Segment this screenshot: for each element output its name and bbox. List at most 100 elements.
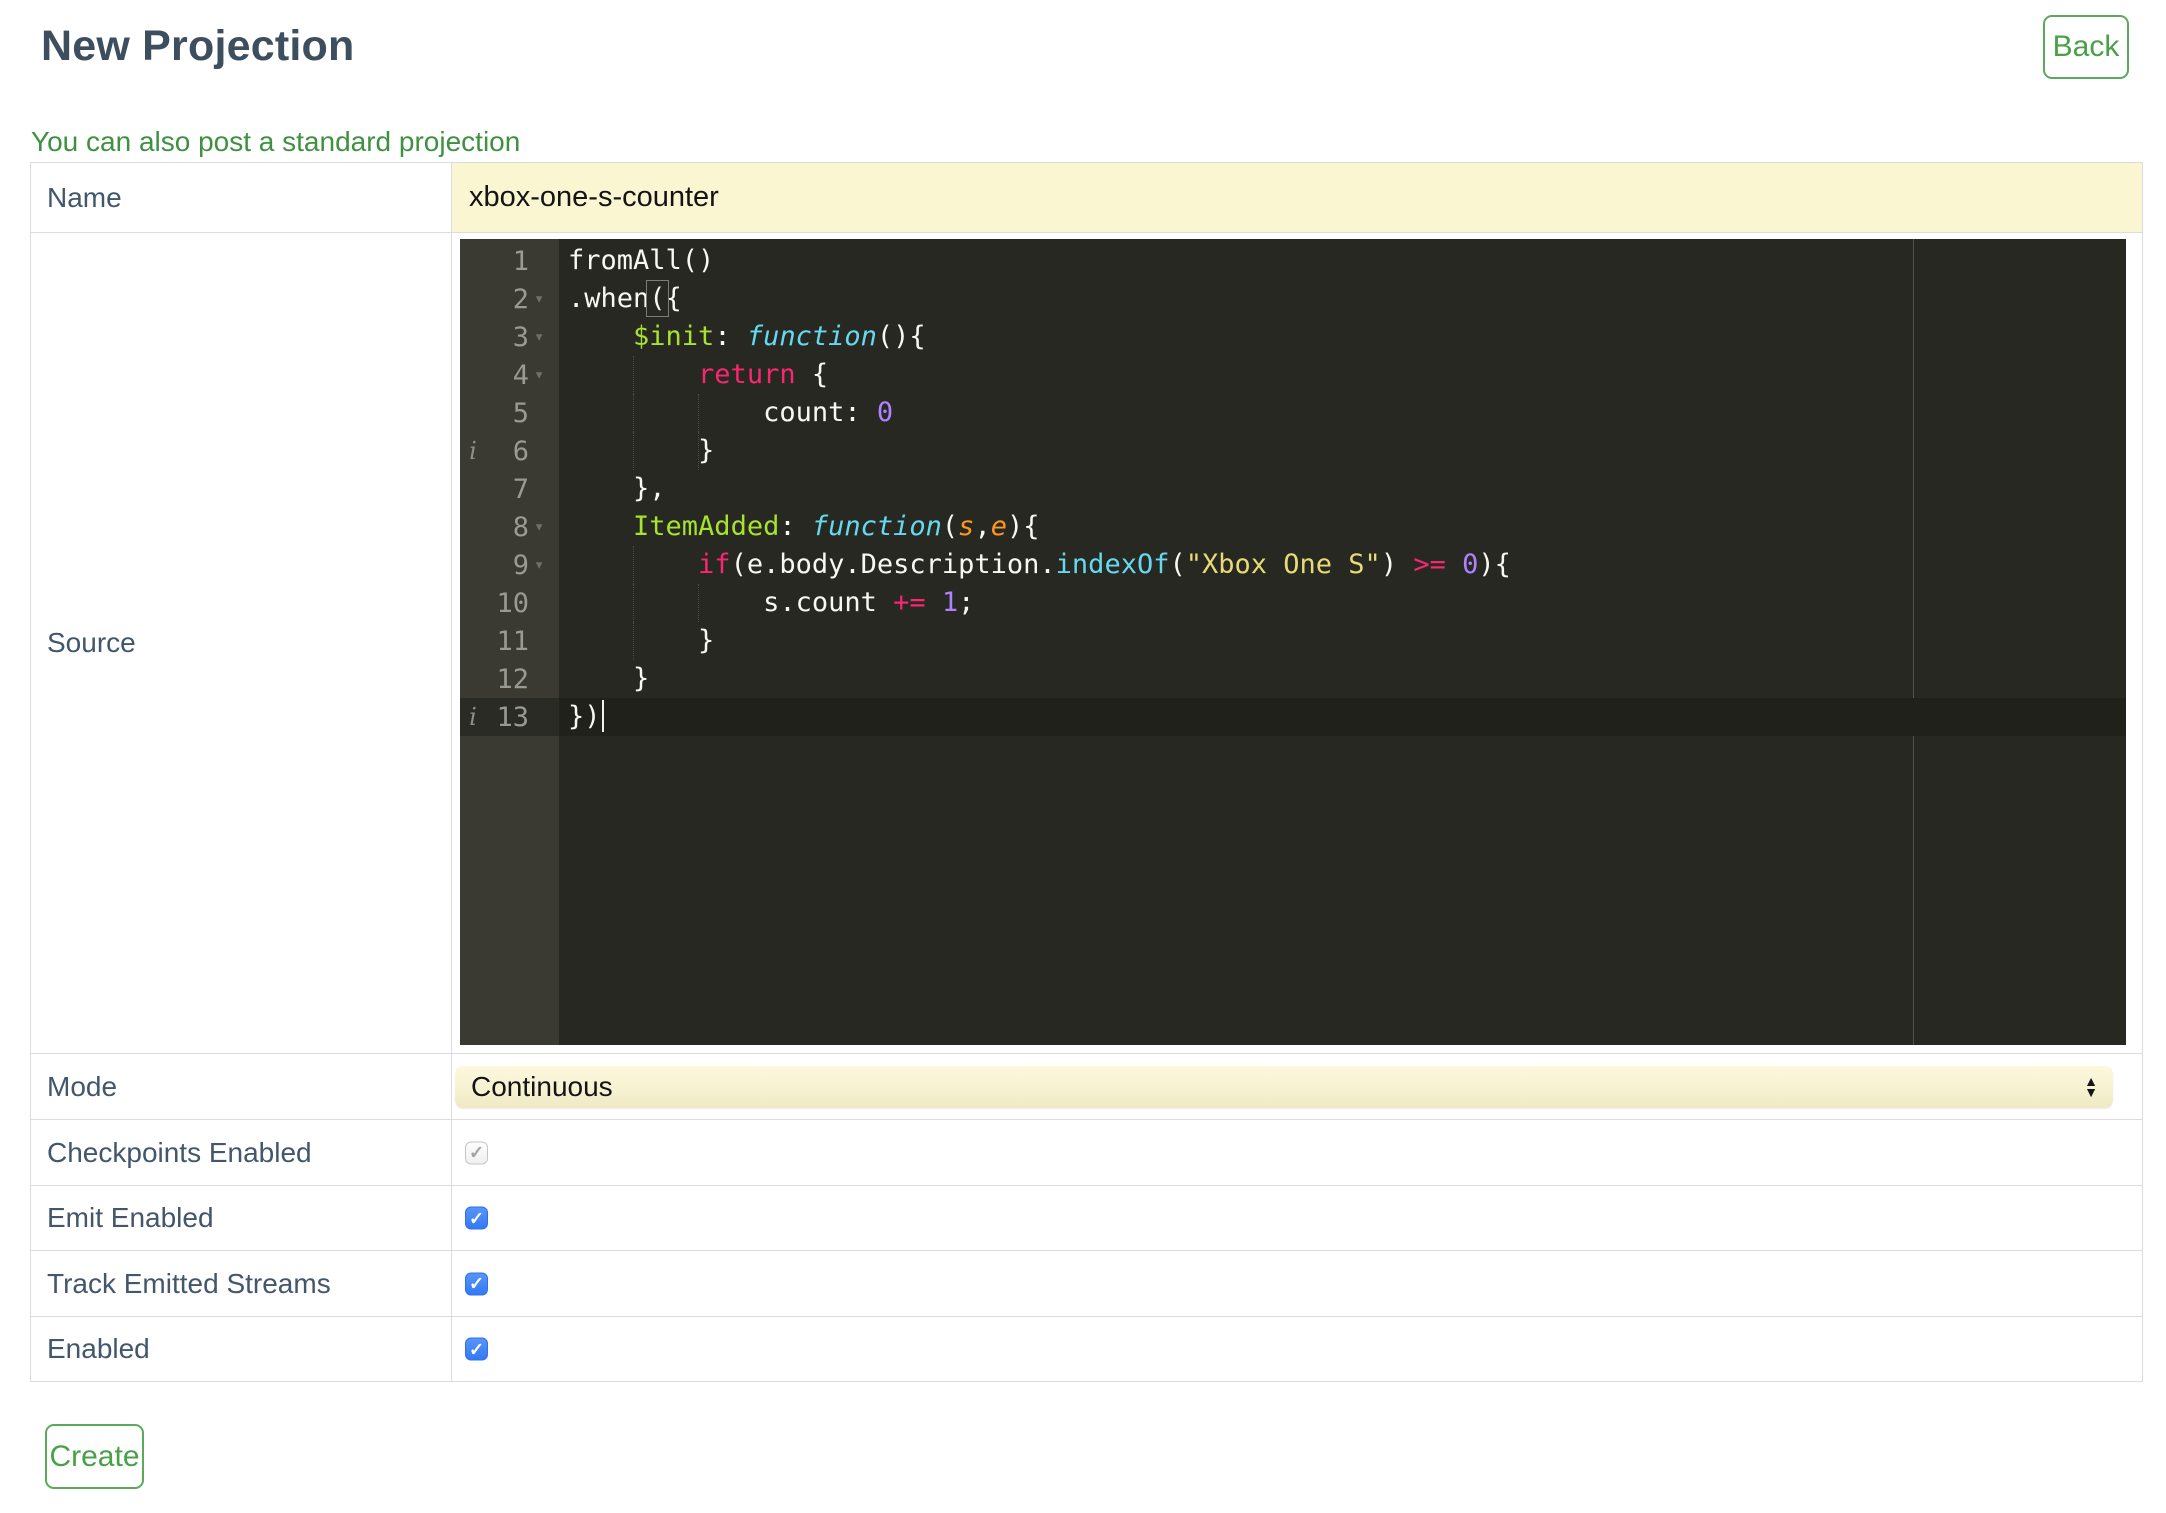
- page-title: New Projection: [41, 22, 355, 70]
- code-token: ){: [1006, 511, 1040, 542]
- code-token: (: [941, 511, 959, 542]
- code-line[interactable]: .when({: [559, 280, 2126, 318]
- code-token: }: [568, 435, 715, 466]
- emit-enabled-checkbox[interactable]: ✓: [465, 1206, 488, 1230]
- matched-bracket: (: [646, 280, 669, 317]
- code-token: }): [568, 701, 601, 732]
- code-token: function: [811, 511, 942, 542]
- code-token: s: [958, 511, 975, 542]
- gutter-line: 9 ▾: [460, 546, 559, 584]
- code-token: count:: [568, 397, 877, 428]
- checkpoints-enabled-checkbox: ✓: [465, 1141, 488, 1164]
- indent-guide: [633, 356, 635, 394]
- fold-arrow-icon[interactable]: ▾: [529, 556, 559, 574]
- line-number: 3: [512, 321, 529, 353]
- code-token: "Xbox One S": [1185, 549, 1381, 580]
- code-line[interactable]: $init: function(){: [559, 318, 2126, 356]
- gutter-line: 2 ▾: [460, 280, 559, 318]
- gutter-line: 11: [460, 622, 559, 660]
- line-number: 13: [496, 701, 529, 733]
- code-line[interactable]: s.count += 1;: [559, 584, 2126, 622]
- info-annotation-icon: i: [469, 703, 477, 731]
- code-token: (: [1169, 549, 1186, 580]
- code-token: ): [1380, 549, 1414, 580]
- code-token: }: [568, 663, 650, 694]
- code-token: },: [568, 473, 666, 504]
- fold-arrow-icon[interactable]: ▾: [529, 328, 559, 346]
- code-token: indexOf: [1055, 549, 1170, 580]
- gutter-line: 7: [460, 470, 559, 508]
- gutter-line: 1: [460, 242, 559, 280]
- back-button[interactable]: Back: [2043, 15, 2129, 79]
- code-token: return: [698, 359, 796, 390]
- gutter-line: 4 ▾: [460, 356, 559, 394]
- select-stepper-icon: ▲ ▼: [2080, 1066, 2102, 1108]
- mode-label: Mode: [31, 1054, 452, 1119]
- indent-guide: [633, 546, 635, 584]
- code-token: .when: [568, 283, 650, 314]
- checkpoints-label: Checkpoints Enabled: [31, 1120, 452, 1185]
- emit-cell: ✓: [452, 1186, 2142, 1250]
- line-number: 10: [496, 587, 529, 619]
- editor-code-area[interactable]: fromAll() .when({ $init: function(){ retu…: [559, 239, 2126, 1045]
- editor-gutter: 1 2 ▾ 3 ▾ 4 ▾ 5 i 6 7 8 ▾ 9 ▾ 10 11 12 i 13: [460, 239, 559, 1045]
- code-token: 1: [941, 587, 959, 618]
- code-line[interactable]: fromAll(): [559, 242, 2126, 280]
- line-number: 6: [512, 435, 529, 467]
- code-line[interactable]: },: [559, 470, 2126, 508]
- mode-selected-value: Continuous: [471, 1071, 613, 1102]
- code-line[interactable]: }: [559, 660, 2126, 698]
- fold-arrow-icon[interactable]: ▾: [529, 366, 559, 384]
- indent-guide: [633, 394, 635, 432]
- gutter-line: i 13: [460, 698, 559, 736]
- code-token: {: [665, 283, 682, 314]
- code-token: :: [779, 511, 812, 542]
- enabled-cell: ✓: [452, 1317, 2142, 1381]
- code-line[interactable]: }): [559, 698, 2126, 736]
- track-emitted-streams-checkbox[interactable]: ✓: [465, 1272, 488, 1295]
- fold-arrow-icon[interactable]: ▾: [529, 518, 559, 536]
- fold-arrow-icon[interactable]: ▾: [529, 290, 559, 308]
- line-number: 9: [512, 549, 529, 581]
- enabled-checkbox[interactable]: ✓: [465, 1337, 488, 1361]
- check-icon: ✓: [468, 1339, 485, 1359]
- mode-row: Mode Continuous ▲ ▼: [31, 1054, 2142, 1120]
- gutter-line: i6: [460, 432, 559, 470]
- code-token: (e.body.Description.: [730, 549, 1056, 580]
- code-token: ,: [974, 511, 991, 542]
- code-line[interactable]: }: [559, 622, 2126, 660]
- code-line[interactable]: }: [559, 432, 2126, 470]
- name-input[interactable]: [452, 163, 2142, 232]
- gutter-line: 8 ▾: [460, 508, 559, 546]
- code-token: +=: [893, 587, 926, 618]
- enabled-label: Enabled: [31, 1317, 452, 1381]
- new-projection-page: New Projection Back You can also post a …: [0, 0, 2166, 1513]
- source-label: Source: [31, 233, 452, 1053]
- source-code-editor[interactable]: 1 2 ▾ 3 ▾ 4 ▾ 5 i 6 7 8 ▾ 9 ▾ 10 11 12 i 13 fromAll() .when(…: [460, 239, 2126, 1045]
- track-cell: ✓: [452, 1251, 2142, 1316]
- emit-label: Emit Enabled: [31, 1186, 452, 1250]
- gutter-line: 12: [460, 660, 559, 698]
- code-token: 0: [876, 397, 894, 428]
- code-line[interactable]: ItemAdded: function(s,e){: [559, 508, 2126, 546]
- code-token: (){: [876, 321, 926, 352]
- mode-cell: Continuous ▲ ▼: [452, 1054, 2142, 1119]
- code-token: e: [990, 511, 1007, 542]
- mode-select[interactable]: Continuous ▲ ▼: [455, 1066, 2113, 1108]
- create-button[interactable]: Create: [45, 1424, 144, 1489]
- code-token: if: [698, 549, 731, 580]
- code-line[interactable]: count: 0: [559, 394, 2126, 432]
- code-token: ){: [1478, 549, 1511, 580]
- checkpoints-row: Checkpoints Enabled ✓: [31, 1120, 2142, 1186]
- indent-guide: [633, 584, 635, 622]
- source-row: Source 1 2 ▾ 3 ▾ 4 ▾ 5 i 6 7 8 ▾ 9 ▾ 10 11 12 i 13 fromAll(…: [31, 233, 2142, 1054]
- standard-projection-link[interactable]: You can also post a standard projection: [31, 126, 520, 158]
- gutter-line: 3 ▾: [460, 318, 559, 356]
- code-line[interactable]: return {: [559, 356, 2126, 394]
- code-token: function: [746, 321, 877, 352]
- emit-row: Emit Enabled ✓: [31, 1186, 2142, 1251]
- code-line[interactable]: if(e.body.Description.indexOf("Xbox One …: [559, 546, 2126, 584]
- name-cell: [452, 163, 2142, 232]
